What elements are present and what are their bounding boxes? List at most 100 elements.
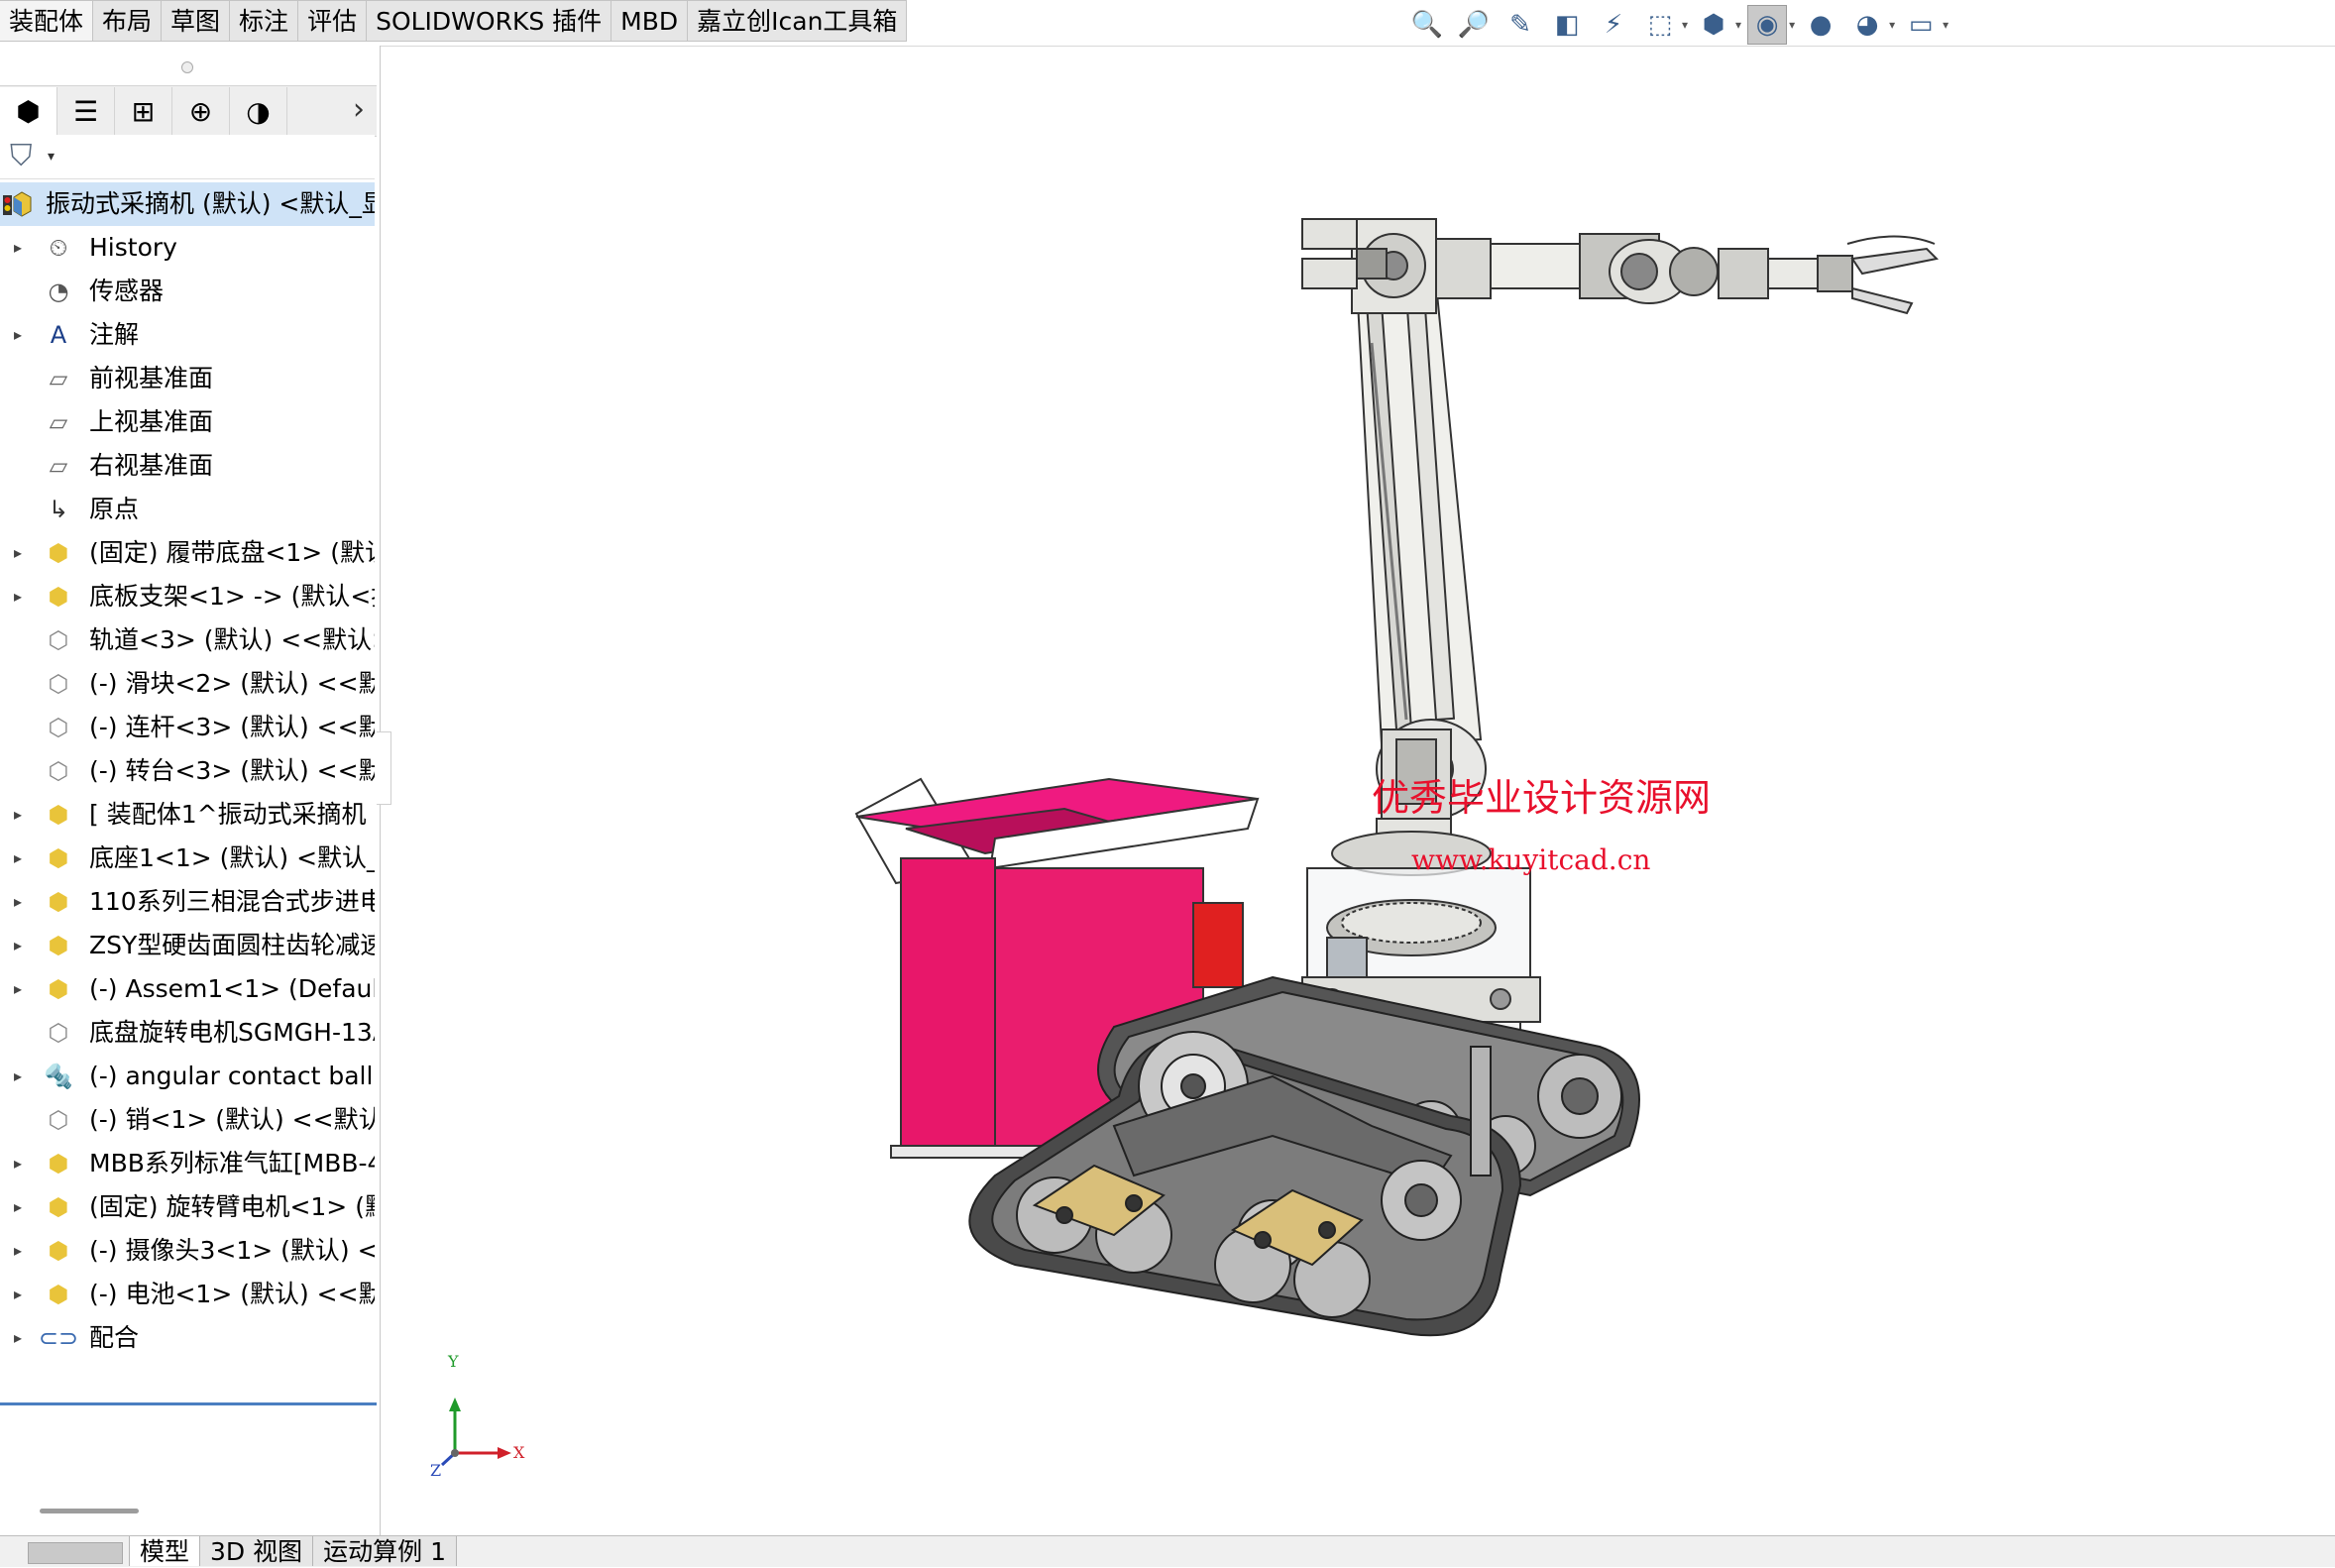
chevron-down-icon[interactable]: ▾ xyxy=(1943,18,1948,32)
command-tab-6[interactable]: MBD xyxy=(612,0,689,42)
tree-item[interactable]: ↳ 原点 xyxy=(0,488,375,531)
filter-row: ⛉ ▾ xyxy=(0,135,375,179)
tree-item[interactable]: ⬡ 底盘旋转电机SGMGH-13A xyxy=(0,1011,375,1055)
plane-icon: ▱ xyxy=(49,408,68,436)
tree-item[interactable]: ▸ ⬢ (-) 电池<1> (默认) <<默认>_显示状态> xyxy=(0,1273,375,1316)
tree-item-label: (-) 连杆<3> (默认) <<默认>_显示状态 1> xyxy=(89,713,375,741)
expand-arrow-icon[interactable]: ▸ xyxy=(14,924,22,967)
bottom-tab-0[interactable]: 模型 xyxy=(129,1536,201,1566)
subassembly-icon: ⬢ xyxy=(48,1237,69,1265)
command-tab-3[interactable]: 标注 xyxy=(230,0,299,42)
triad-z-label: Z xyxy=(430,1461,442,1480)
filter-icon[interactable]: ⛉ xyxy=(10,139,33,173)
assembly-root-icon xyxy=(2,189,32,219)
tree-item[interactable]: ▸ A 注解 xyxy=(0,313,375,357)
expand-arrow-icon[interactable]: ▸ xyxy=(14,1229,22,1273)
hide-show-items-icon[interactable]: ◉ xyxy=(1747,5,1788,45)
property-manager-icon[interactable]: ☰ xyxy=(57,87,115,135)
panel-grip-handle[interactable] xyxy=(181,61,193,73)
tree-item[interactable]: ▸ ⊂⊃ 配合 xyxy=(0,1316,375,1360)
tree-item[interactable]: ▸ ⬢ (-) Assem1<1> (Default) xyxy=(0,967,375,1011)
command-tab-7[interactable]: 嘉立创Ican工具箱 xyxy=(688,0,908,42)
graphics-area[interactable]: 优秀毕业设计资源网 www.kuyitcad.cn Y X Z xyxy=(381,46,2335,1535)
display-manager-icon[interactable]: ◑ xyxy=(230,87,287,135)
tree-item[interactable]: ▱ 上视基准面 xyxy=(0,400,375,444)
expand-arrow-icon[interactable]: ▸ xyxy=(14,793,22,837)
view-orientation-icon[interactable]: ⬚ xyxy=(1640,5,1680,45)
edit-appearance-icon[interactable]: ● xyxy=(1801,5,1840,45)
chevron-down-icon[interactable]: ▾ xyxy=(1682,18,1688,32)
virtual-assembly-icon: ⬢ xyxy=(48,801,69,829)
watermark-text: 优秀毕业设计资源网 xyxy=(1372,776,1712,820)
expand-arrow-icon[interactable]: ▸ xyxy=(14,226,22,270)
expand-arrow-icon[interactable]: ▸ xyxy=(14,967,22,1011)
expand-arrow-icon[interactable]: ▸ xyxy=(14,1055,22,1098)
expand-arrow-icon[interactable]: ▸ xyxy=(14,1316,22,1360)
plane-icon: ▱ xyxy=(49,452,68,480)
tree-item[interactable]: ▸ ⬢ [ 装配体1^振动式采摘机 ]<1> xyxy=(0,793,375,837)
tree-item[interactable]: ▸ ⬢ 110系列三相混合式步进电机 xyxy=(0,880,375,924)
chevron-down-icon[interactable]: ▾ xyxy=(1735,18,1741,32)
chevron-down-icon[interactable]: ▾ xyxy=(1889,18,1895,32)
annotations-icon: A xyxy=(50,321,67,349)
horizontal-scrollbar[interactable] xyxy=(40,1509,139,1513)
command-tab-4[interactable]: 评估 xyxy=(298,0,368,42)
command-tab-1[interactable]: 布局 xyxy=(93,0,163,42)
tree-item[interactable]: ⬡ 轨道<3> (默认) <<默认>_显示状态 1> xyxy=(0,618,375,662)
tree-item[interactable]: ⬡ (-) 滑块<2> (默认) <<默认>_显示状态 1> xyxy=(0,662,375,706)
bottom-tab-1[interactable]: 3D 视图 xyxy=(200,1536,314,1566)
command-tab-0[interactable]: 装配体 xyxy=(0,0,94,42)
tree-item[interactable]: ▱ 右视基准面 xyxy=(0,444,375,488)
history-icon: ⏲ xyxy=(49,234,68,262)
chevron-right-icon[interactable]: › xyxy=(353,92,365,127)
tree-item[interactable]: ▸ ⏲ History xyxy=(0,226,375,270)
tree-root-label: 振动式采摘机 (默认) <默认_显示状态-1> xyxy=(46,189,375,218)
tree-item[interactable]: ⬡ (-) 连杆<3> (默认) <<默认>_显示状态 1> xyxy=(0,706,375,749)
dynamic-annotation-icon[interactable]: ⚡ xyxy=(1594,5,1633,45)
zoom-to-area-icon[interactable]: 🔎 xyxy=(1454,5,1494,45)
chevron-down-icon[interactable]: ▾ xyxy=(1789,18,1795,32)
tree-item-label: (-) 滑块<2> (默认) <<默认>_显示状态 1> xyxy=(89,669,375,698)
tree-item[interactable]: ⬡ (-) 销<1> (默认) <<默认>_显示状态 1> xyxy=(0,1098,375,1142)
tree-item-label: 110系列三相混合式步进电机 xyxy=(89,887,375,916)
expand-arrow-icon[interactable]: ▸ xyxy=(14,531,22,575)
section-view-icon[interactable]: ◧ xyxy=(1547,5,1587,45)
view-settings-icon[interactable]: ▭ xyxy=(1901,5,1941,45)
tree-item[interactable]: ▸ ⬢ MBB系列标准气缸[MBB-40] xyxy=(0,1142,375,1185)
tree-item[interactable]: ▸ ⬢ (固定) 履带底盘<1> (默认) xyxy=(0,531,375,575)
tree-item[interactable]: ▸ ⬢ (-) 摄像头3<1> (默认) <<显示状态> xyxy=(0,1229,375,1273)
expand-arrow-icon[interactable]: ▸ xyxy=(14,575,22,618)
display-style-icon[interactable]: ⬢ xyxy=(1694,5,1733,45)
expand-arrow-icon[interactable]: ▸ xyxy=(14,1142,22,1185)
tree-root-assembly[interactable]: 振动式采摘机 (默认) <默认_显示状态-1> xyxy=(0,182,375,226)
tab-scroll-arrows[interactable] xyxy=(28,1542,123,1564)
model-render[interactable] xyxy=(381,46,2335,1535)
configuration-manager-icon[interactable]: ⊞ xyxy=(115,87,172,135)
apply-scene-icon[interactable]: ◕ xyxy=(1847,5,1887,45)
expand-arrow-icon[interactable]: ▸ xyxy=(14,837,22,880)
expand-arrow-icon[interactable]: ▸ xyxy=(14,880,22,924)
expand-arrow-icon[interactable]: ▸ xyxy=(14,313,22,357)
tree-item[interactable]: ▸ 🔩 (-) angular contact ball bearing xyxy=(0,1055,375,1098)
tree-item[interactable]: ▸ ⬢ 底板支架<1> -> (默认<按加工> xyxy=(0,575,375,618)
expand-arrow-icon[interactable]: ▸ xyxy=(14,1185,22,1229)
tree-item[interactable]: ▸ ⬢ ZSY型硬齿面圆柱齿轮减速器 xyxy=(0,924,375,967)
zoom-to-fit-icon[interactable]: 🔍 xyxy=(1407,5,1447,45)
tree-item[interactable]: ◔ 传感器 xyxy=(0,270,375,313)
feature-manager-tree-icon[interactable]: ⬢ xyxy=(0,87,57,135)
mates-icon: ⊂⊃ xyxy=(38,1324,79,1352)
previous-view-icon[interactable]: ✎ xyxy=(1501,5,1540,45)
tree-item[interactable]: ▸ ⬢ (固定) 旋转臂电机<1> (默认) xyxy=(0,1185,375,1229)
tree-item[interactable]: ▸ ⬢ 底座1<1> (默认) <默认_显示状态-1> xyxy=(0,837,375,880)
feature-manager-tabs: ⬢ ☰ ⊞ ⊕ ◑ › xyxy=(0,85,377,137)
chevron-down-icon[interactable]: ▾ xyxy=(48,149,55,165)
dimxpert-manager-icon[interactable]: ⊕ xyxy=(172,87,230,135)
tree-end-rollback-bar[interactable] xyxy=(0,1402,377,1405)
expand-arrow-icon[interactable]: ▸ xyxy=(14,1273,22,1316)
tree-item[interactable]: ▱ 前视基准面 xyxy=(0,357,375,400)
bottom-tab-2[interactable]: 运动算例 1 xyxy=(313,1536,457,1566)
tree-item[interactable]: ⬡ (-) 转台<3> (默认) <<默认>_显示状态 1> xyxy=(0,749,375,793)
command-tab-5[interactable]: SOLIDWORKS 插件 xyxy=(367,0,612,42)
feature-tree: 振动式采摘机 (默认) <默认_显示状态-1> ▸ ⏲ History ◔ 传感器 ▸ A注… xyxy=(0,182,380,1360)
command-tab-2[interactable]: 草图 xyxy=(162,0,231,42)
